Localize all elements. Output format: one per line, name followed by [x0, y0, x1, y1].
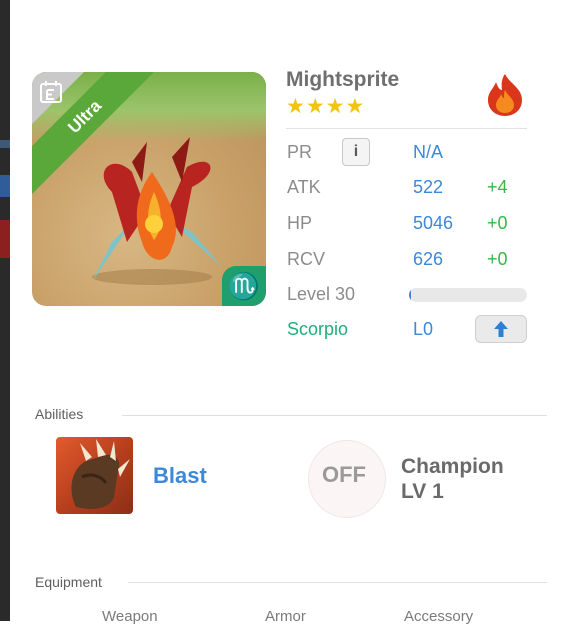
hp-label: HP: [287, 213, 313, 233]
pr-label: PR: [287, 142, 313, 162]
level-progress-bar: [409, 288, 527, 302]
rcv-bonus: +0: [487, 249, 508, 269]
header-divider: [286, 128, 527, 129]
champion-level: LV 1: [401, 480, 444, 503]
edge-mark: [0, 140, 10, 148]
atk-bonus: +4: [487, 177, 508, 197]
tab-weapon[interactable]: Weapon: [102, 608, 158, 625]
monster-portrait: [92, 137, 222, 285]
champion-info: Champion LV 1: [401, 454, 504, 504]
background-edge: [0, 0, 10, 621]
atk-value: 522: [413, 177, 444, 197]
info-button[interactable]: i: [342, 138, 370, 166]
level-progress-fill: [409, 288, 412, 302]
calendar-icon: [40, 81, 62, 103]
champion-title: Champion: [401, 455, 504, 478]
claw-icon[interactable]: [56, 437, 133, 514]
tab-accessory[interactable]: Accessory: [404, 608, 473, 625]
toggle-off-label: OFF: [322, 462, 366, 487]
up-arrow-icon: [494, 320, 508, 337]
equipment-title: Equipment: [35, 574, 102, 590]
sign-label: Scorpio: [287, 319, 349, 339]
rcv-value: 626: [413, 249, 444, 269]
star-rating: ★★★★: [286, 95, 366, 118]
rcv-label: RCV: [287, 249, 326, 269]
fire-element-icon: [488, 74, 522, 116]
hp-bonus: +0: [487, 213, 508, 233]
edge-mark: [0, 175, 10, 197]
pr-value: N/A: [413, 142, 444, 162]
edge-mark: [0, 220, 10, 258]
sign-level-value: L0: [413, 319, 434, 339]
monster-name: Mightsprite: [286, 68, 400, 91]
abilities-title: Abilities: [35, 406, 84, 422]
atk-label: ATK: [287, 177, 321, 197]
blast-skill-art: [71, 439, 130, 509]
equipment-divider: [128, 582, 547, 583]
tab-armor[interactable]: Armor: [265, 608, 306, 625]
monster-card[interactable]: Ultra ♏: [32, 72, 266, 306]
hp-value: 5046: [413, 213, 454, 233]
upgrade-button[interactable]: [475, 315, 527, 343]
level-label: Level 30: [287, 284, 356, 304]
scorpio-sign-icon: ♏: [222, 266, 266, 306]
abilities-divider: [122, 415, 547, 416]
skill-name[interactable]: Blast: [153, 463, 207, 489]
